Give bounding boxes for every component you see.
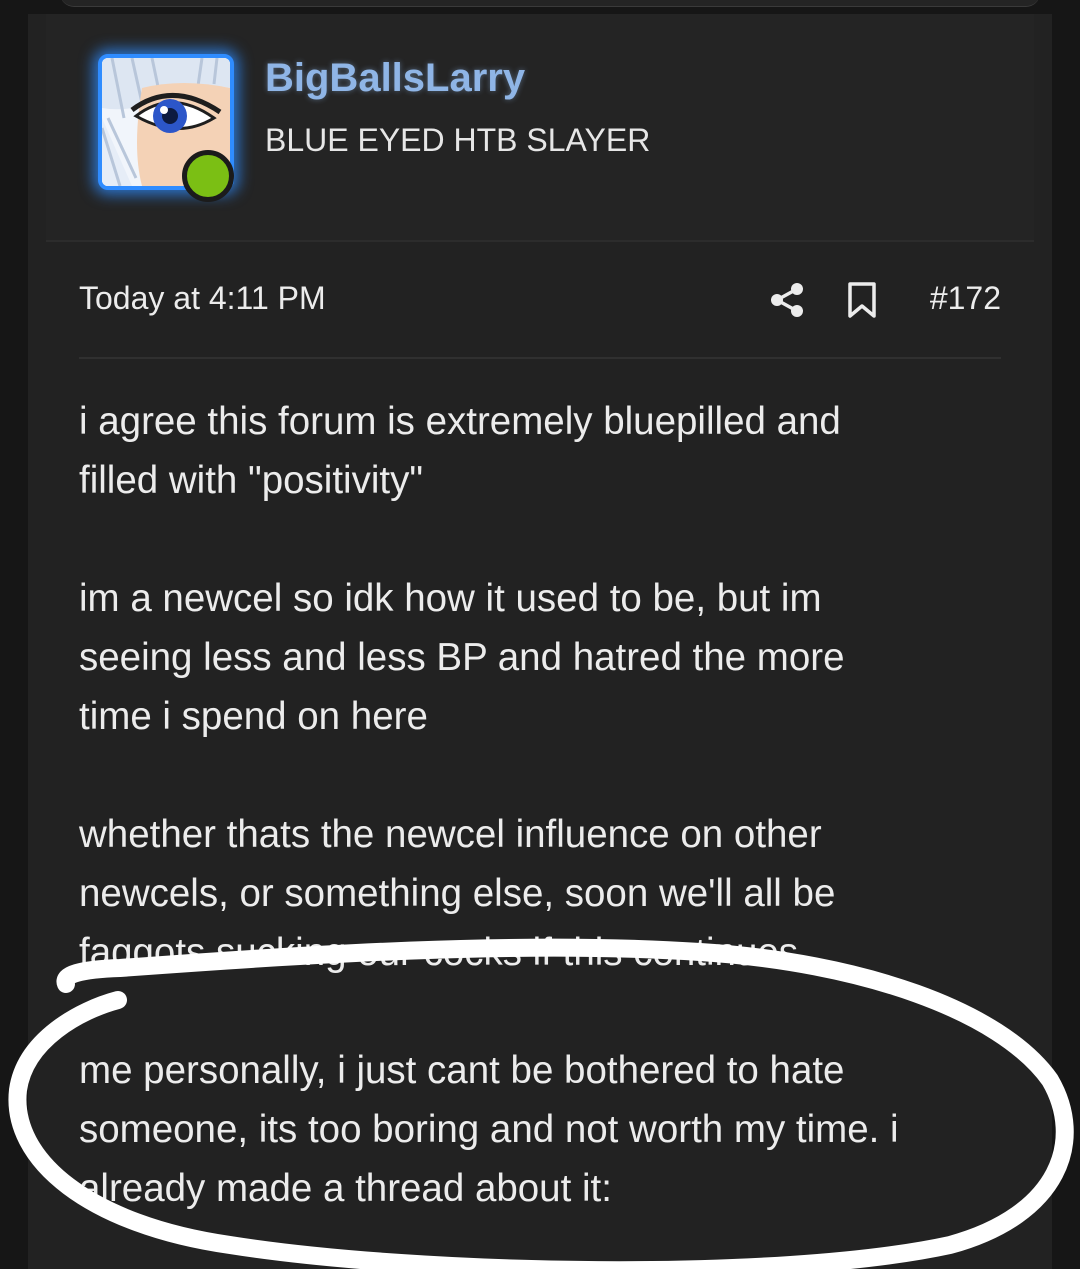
user-title: BLUE EYED HTB SLAYER — [265, 122, 651, 158]
post-paragraph: me personally, i just cant be bothered t… — [79, 1041, 899, 1218]
post-line: im a newcel so idk how it used to be, bu… — [79, 577, 822, 620]
bookmark-icon[interactable] — [845, 281, 879, 319]
previous-post-edge — [60, 0, 1040, 7]
post-line: faggots sucking our cocks if this contin… — [79, 931, 809, 974]
post-user-header: BigBallsLarry BLUE EYED HTB SLAYER — [46, 14, 1034, 242]
post-line: seeing less and less BP and hatred the m… — [79, 636, 845, 679]
post-paragraph: im a newcel so idk how it used to be, bu… — [79, 569, 845, 746]
post-line: i agree this forum is extremely bluepill… — [79, 400, 841, 443]
post-line: time i spend on here — [79, 695, 428, 738]
online-status-dot — [182, 150, 234, 202]
meta-divider — [79, 357, 1001, 359]
post-line: whether thats the newcel influence on ot… — [79, 813, 822, 856]
forum-post: BigBallsLarry BLUE EYED HTB SLAYER Today… — [28, 14, 1052, 1269]
post-paragraph: i agree this forum is extremely bluepill… — [79, 392, 841, 510]
post-timestamp[interactable]: Today at 4:11 PM — [79, 280, 326, 317]
post-meta-row: Today at 4:11 PM #172 — [79, 276, 1001, 320]
post-line: already made a thread about it: — [79, 1167, 612, 1210]
post-line: me personally, i just cant be bothered t… — [79, 1049, 845, 1092]
username[interactable]: BigBallsLarry — [265, 56, 525, 101]
post-line: someone, its too boring and not worth my… — [79, 1108, 899, 1151]
post-paragraph: whether thats the newcel influence on ot… — [79, 805, 835, 982]
post-line: filled with "positivity" — [79, 459, 423, 502]
post-number-link[interactable]: #172 — [930, 280, 1001, 317]
share-icon[interactable] — [769, 282, 805, 318]
post-line: newcels, or something else, soon we'll a… — [79, 872, 836, 915]
